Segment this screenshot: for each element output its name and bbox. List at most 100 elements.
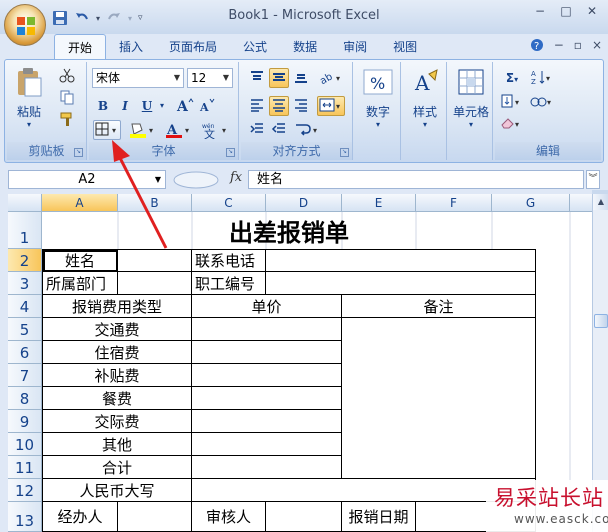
- cell-b13[interactable]: [118, 502, 192, 532]
- underline-button[interactable]: U: [137, 96, 157, 116]
- cell-d13[interactable]: [266, 502, 342, 532]
- increase-indent-icon[interactable]: [269, 120, 289, 140]
- cell-d2-g2[interactable]: [266, 250, 536, 272]
- cut-button[interactable]: [57, 66, 77, 86]
- remark-area[interactable]: [342, 318, 536, 479]
- decrease-indent-icon[interactable]: [247, 120, 267, 140]
- font-size-combo[interactable]: 12 ▼: [187, 68, 233, 88]
- alignment-launcher-icon[interactable]: ↘: [340, 148, 349, 157]
- paste-button[interactable]: 粘贴 ▾: [11, 66, 47, 129]
- cell-a12[interactable]: 人民币大写: [43, 479, 192, 502]
- cell-c10[interactable]: [192, 433, 342, 456]
- column-header-g[interactable]: G: [492, 194, 570, 212]
- cell-a13[interactable]: 经办人: [43, 502, 118, 532]
- row-header-11[interactable]: 11: [8, 456, 42, 479]
- cell-c11[interactable]: [192, 456, 342, 479]
- scroll-up-icon[interactable]: ▲: [593, 194, 608, 210]
- cell-a10[interactable]: 其他: [43, 433, 192, 456]
- tab-view[interactable]: 视图: [380, 34, 430, 60]
- maximize-button[interactable]: □: [554, 2, 578, 20]
- doc-restore-button[interactable]: ▫: [574, 38, 582, 55]
- font-launcher-icon[interactable]: ↘: [226, 148, 235, 157]
- cell-a5[interactable]: 交通费: [43, 318, 192, 341]
- cell-a8[interactable]: 餐费: [43, 387, 192, 410]
- font-name-combo[interactable]: 宋体 ▼: [92, 68, 184, 88]
- cell-c5[interactable]: [192, 318, 342, 341]
- doc-close-button[interactable]: ×: [592, 38, 602, 55]
- formula-bar-splitter-icon[interactable]: [172, 170, 220, 189]
- cell-c12[interactable]: [192, 479, 536, 502]
- cell-a7[interactable]: 补贴费: [43, 364, 192, 387]
- office-button[interactable]: [4, 4, 46, 46]
- name-box[interactable]: A2 ▼: [8, 170, 166, 189]
- align-bottom-icon[interactable]: [291, 68, 311, 88]
- format-painter-button[interactable]: [57, 110, 77, 130]
- doc-minimize-button[interactable]: −: [554, 38, 564, 55]
- row-header-7[interactable]: 7: [8, 364, 42, 387]
- fill-color-button[interactable]: ▾: [127, 120, 159, 140]
- row-header-12[interactable]: 12: [8, 479, 42, 502]
- grow-font-icon[interactable]: A: [175, 96, 195, 116]
- shrink-font-icon[interactable]: A: [197, 96, 217, 116]
- column-header-b[interactable]: B: [118, 194, 192, 212]
- row-header-1[interactable]: 1: [8, 212, 42, 249]
- cell-a6[interactable]: 住宿费: [43, 341, 192, 364]
- cell-c3[interactable]: 职工编号: [192, 272, 266, 295]
- row-header-10[interactable]: 10: [8, 433, 42, 456]
- number-format-button[interactable]: % 数字 ▾: [357, 66, 399, 129]
- formula-input[interactable]: 姓名: [248, 170, 584, 189]
- clipboard-launcher-icon[interactable]: ↘: [74, 148, 83, 157]
- cell-b2[interactable]: [118, 250, 192, 272]
- cell-c13[interactable]: 审核人: [192, 502, 266, 532]
- sheet-title[interactable]: 出差报销单: [42, 212, 536, 249]
- cell-c9[interactable]: [192, 410, 342, 433]
- cell-a11[interactable]: 合计: [43, 456, 192, 479]
- font-color-button[interactable]: A ▾: [163, 120, 195, 140]
- cell-c4[interactable]: 单价: [192, 295, 342, 318]
- column-header-e[interactable]: E: [342, 194, 416, 212]
- sort-filter-icon[interactable]: A Z ▾: [529, 68, 555, 88]
- row-header-8[interactable]: 8: [8, 387, 42, 410]
- find-select-icon[interactable]: ▾: [529, 92, 555, 112]
- column-header-d[interactable]: D: [266, 194, 342, 212]
- styles-button[interactable]: A 样式 ▾: [405, 66, 445, 129]
- tab-page-layout[interactable]: 页面布局: [156, 34, 230, 60]
- align-left-icon[interactable]: [247, 96, 267, 116]
- cell-a3[interactable]: 所属部门: [43, 272, 118, 295]
- cell-a2[interactable]: 姓名: [43, 250, 118, 272]
- underline-dropdown-icon[interactable]: ▾: [157, 96, 167, 116]
- copy-button[interactable]: [57, 88, 77, 108]
- expand-formula-bar-icon[interactable]: ︾: [586, 170, 600, 189]
- borders-button[interactable]: ▾: [93, 120, 121, 140]
- row-header-4[interactable]: 4: [8, 295, 42, 318]
- tab-home[interactable]: 开始: [54, 34, 107, 60]
- minimize-button[interactable]: −: [528, 2, 552, 20]
- merge-center-button[interactable]: ▾: [317, 96, 345, 116]
- row-header-9[interactable]: 9: [8, 410, 42, 433]
- column-header-a[interactable]: A: [42, 194, 118, 212]
- cells-button[interactable]: 单元格 ▾: [449, 66, 493, 129]
- row-header-6[interactable]: 6: [8, 341, 42, 364]
- autosum-icon[interactable]: Σ▾: [499, 68, 525, 88]
- fill-down-icon[interactable]: ▾: [499, 92, 525, 112]
- column-header-c[interactable]: C: [192, 194, 266, 212]
- italic-button[interactable]: I: [115, 96, 135, 116]
- name-box-dropdown-icon[interactable]: ▼: [155, 171, 161, 188]
- column-header-f[interactable]: F: [416, 194, 492, 212]
- row-header-13[interactable]: 13: [8, 502, 42, 532]
- row-header-2[interactable]: 2: [8, 249, 42, 272]
- phonetic-button[interactable]: wén 文 ▾: [199, 120, 233, 141]
- orientation-icon[interactable]: ab ▾: [317, 68, 345, 88]
- align-right-icon[interactable]: [291, 96, 311, 116]
- row-header-3[interactable]: 3: [8, 272, 42, 295]
- close-button[interactable]: ✕: [580, 2, 604, 20]
- cell-a9[interactable]: 交际费: [43, 410, 192, 433]
- scroll-thumb[interactable]: [594, 314, 608, 328]
- cell-d3-g3[interactable]: [266, 272, 536, 295]
- tab-insert[interactable]: 插入: [106, 34, 156, 60]
- row-header-5[interactable]: 5: [8, 318, 42, 341]
- tab-formulas[interactable]: 公式: [230, 34, 280, 60]
- cell-c6[interactable]: [192, 341, 342, 364]
- align-middle-icon[interactable]: [269, 68, 289, 88]
- cell-c8[interactable]: [192, 387, 342, 410]
